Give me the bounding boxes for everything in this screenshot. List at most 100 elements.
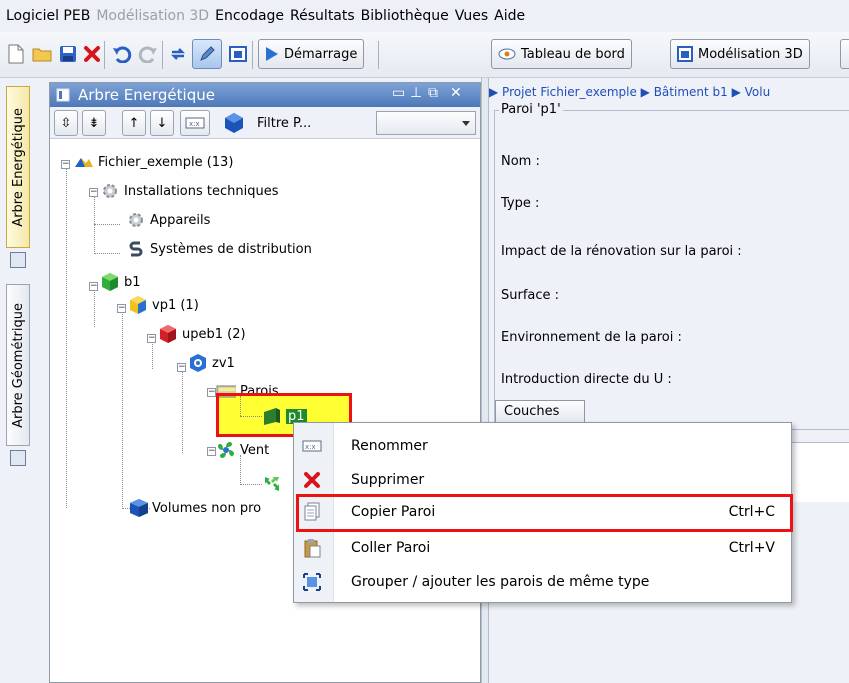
filter-button[interactable]: Filtre P...	[257, 110, 311, 136]
tree-connector	[94, 224, 120, 225]
tree-node-volumes[interactable]: Volumes non pro	[128, 497, 261, 519]
save-icon[interactable]	[56, 41, 80, 67]
blue-cube-icon	[128, 498, 148, 518]
tree-node-installations[interactable]: Installations techniques	[100, 180, 279, 202]
menu-item-delete[interactable]: Supprimer	[294, 463, 791, 496]
menu-item-group-walls[interactable]: Grouper / ajouter les parois de même typ…	[294, 565, 791, 598]
couches-button[interactable]: Couches	[495, 400, 585, 424]
menu-item-paste-wall[interactable]: Coller Paroi Ctrl+V	[294, 531, 791, 564]
dashboard-button[interactable]: Tableau de bord	[491, 39, 632, 69]
tree-node-label: vp1 (1)	[152, 297, 199, 313]
float-panel-icon[interactable]: ⧉	[428, 85, 438, 101]
select-tool-toggle[interactable]	[192, 39, 222, 69]
start-button[interactable]: Démarrage	[258, 39, 365, 69]
tree-node-vp1[interactable]: vp1 (1)	[128, 294, 199, 316]
project-icon	[74, 152, 94, 172]
tree-node-label: Volumes non pro	[152, 500, 262, 516]
undo-icon[interactable]	[110, 41, 134, 67]
tree-toolbar: ⇳ ⇟ ↑ ↓ x:x Filtre P...	[50, 107, 480, 139]
field-impact: Impact de la rénovation sur la paroi :	[501, 244, 742, 259]
delete-icon	[301, 469, 323, 491]
menu-item-rename[interactable]: x:x Renommer	[294, 429, 791, 462]
modelling-3d-button[interactable]: Modélisation 3D	[670, 39, 810, 69]
tab-energy-tree[interactable]: Arbre Energétique	[6, 86, 30, 248]
field-type: Type :	[501, 196, 540, 211]
filter-dropdown[interactable]	[376, 111, 476, 135]
redo-icon[interactable]	[136, 41, 160, 67]
tree-connector	[94, 253, 120, 254]
tree-node-zv1[interactable]: zv1	[188, 352, 235, 374]
rename-icon: x:x	[301, 435, 323, 457]
toolbar-separator	[104, 41, 105, 69]
field-surface: Surface :	[501, 288, 560, 303]
tab-geometry-tree[interactable]: Arbre Géométrique	[6, 284, 30, 446]
main-toolbar: Démarrage Tableau de bord Modélisation 3…	[0, 32, 849, 78]
menu-resultats[interactable]: Résultats	[290, 8, 355, 24]
filter-cube-icon[interactable]	[216, 110, 252, 136]
panel-tree-icon	[56, 88, 70, 102]
toolbar-separator	[252, 41, 253, 69]
collapse-toggle[interactable]: −	[147, 334, 156, 343]
tree-node-upeb1[interactable]: upeb1 (2)	[158, 323, 246, 345]
toolbar-overflow-button[interactable]	[840, 39, 849, 69]
menu-modelisation-3d[interactable]: Modélisation 3D	[96, 8, 209, 24]
collapse-all-icon[interactable]: ⇟	[82, 110, 106, 136]
menu-item-label: Renommer	[351, 437, 428, 454]
tree-node-appareils[interactable]: Appareils	[126, 209, 210, 231]
gear-icon	[126, 210, 146, 230]
multicolor-cube-icon	[128, 295, 148, 315]
pipe-icon	[126, 239, 146, 259]
refresh-icon[interactable]	[166, 41, 190, 67]
expand-all-icon[interactable]: ⇳	[54, 110, 78, 136]
menu-vues[interactable]: Vues	[455, 8, 488, 24]
pin-panel-icon[interactable]: ⊥	[410, 85, 422, 101]
tree-node-distribution[interactable]: Systèmes de distribution	[126, 238, 312, 260]
open-folder-icon[interactable]	[30, 41, 54, 67]
move-up-icon[interactable]: ↑	[122, 110, 146, 136]
menu-aide[interactable]: Aide	[494, 8, 525, 24]
tree-node-ventilation[interactable]: Vent	[216, 439, 269, 461]
side-tab-strip: Arbre Energétique Arbre Géométrique	[0, 78, 34, 683]
collapse-toggle[interactable]: −	[89, 188, 98, 197]
modelling-3d-button-label: Modélisation 3D	[698, 46, 803, 62]
tree-node-label: Installations techniques	[124, 183, 279, 199]
tab-energy-tree-label: Arbre Energétique	[10, 107, 26, 227]
rename-field-icon[interactable]: x:x	[180, 110, 210, 136]
new-file-icon[interactable]	[4, 41, 28, 67]
collapse-toggle[interactable]: −	[89, 282, 98, 291]
svg-text:x:x: x:x	[189, 120, 200, 128]
tree-node-label: Systèmes de distribution	[150, 241, 312, 257]
breadcrumb[interactable]: ▶ Projet Fichier_exemple ▶ Bâtiment b1 ▶…	[489, 82, 849, 102]
geometry-tree-tab-icon[interactable]	[10, 450, 26, 466]
tree-connector	[152, 339, 153, 369]
tree-node-b1[interactable]: b1	[100, 271, 141, 293]
collapse-toggle[interactable]: −	[207, 447, 216, 456]
close-x-icon[interactable]	[80, 41, 104, 67]
dashboard-button-label: Tableau de bord	[521, 46, 625, 62]
panel-title: Arbre Energétique	[78, 86, 215, 104]
collapse-toggle[interactable]: −	[177, 363, 186, 372]
paste-icon	[301, 537, 323, 559]
collapse-toggle[interactable]: −	[117, 304, 126, 313]
tab-geometry-tree-label: Arbre Géométrique	[10, 302, 26, 428]
green-cube-icon	[100, 272, 120, 292]
tree-node-vent-child[interactable]	[262, 473, 286, 495]
svg-text:x:x: x:x	[305, 443, 316, 451]
menu-encodage[interactable]: Encodage	[215, 8, 284, 24]
filter-label: Filtre P...	[257, 115, 312, 131]
tree-connector	[66, 165, 67, 508]
tree-connector	[122, 309, 123, 509]
breadcrumb-path: ▶ Projet Fichier_exemple ▶ Bâtiment b1 ▶…	[489, 85, 771, 99]
energy-tree-tab-icon[interactable]	[10, 252, 26, 268]
minimize-panel-icon[interactable]: ▭	[392, 85, 405, 101]
move-down-icon[interactable]: ↓	[150, 110, 174, 136]
menu-bibliotheque[interactable]: Bibliothèque	[361, 8, 449, 24]
tree-node-label: b1	[124, 274, 141, 290]
collapse-toggle[interactable]: −	[61, 160, 70, 169]
window-icon[interactable]	[226, 41, 250, 67]
collapse-toggle[interactable]: −	[207, 388, 216, 397]
field-environnement: Environnement de la paroi :	[501, 330, 682, 345]
tree-node-root[interactable]: Fichier_exemple (13)	[74, 151, 233, 173]
menu-logiciel-peb[interactable]: Logiciel PEB	[6, 8, 90, 24]
close-panel-icon[interactable]: ✕	[450, 85, 462, 101]
